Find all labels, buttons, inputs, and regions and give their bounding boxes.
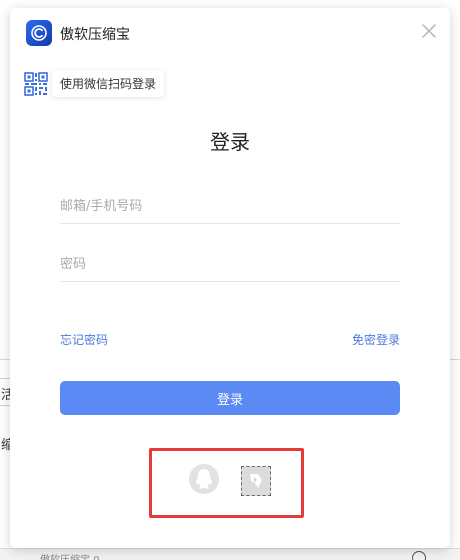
login-button[interactable]: 登录 bbox=[60, 381, 400, 415]
background-circle-icon bbox=[412, 551, 426, 560]
password-field bbox=[60, 248, 400, 282]
forgot-password-link[interactable]: 忘记密码 bbox=[60, 331, 108, 348]
close-icon bbox=[422, 24, 436, 38]
qq-login-button[interactable] bbox=[189, 464, 219, 494]
login-dialog: 傲软压缩宝 使用微信扫码登录 登录 邮箱/手机号码 忘记密码 免密登录 登录 bbox=[10, 8, 450, 548]
qq-icon bbox=[195, 469, 213, 489]
alternate-login-icon bbox=[250, 474, 262, 488]
social-login-highlight bbox=[149, 448, 304, 518]
qr-login-label: 使用微信扫码登录 bbox=[52, 70, 165, 97]
email-phone-input[interactable] bbox=[60, 190, 400, 223]
dialog-titlebar: 傲软压缩宝 bbox=[10, 8, 450, 58]
background-status-text: 傲软压缩宝 0 bbox=[40, 551, 100, 560]
app-title: 傲软压缩宝 bbox=[60, 27, 130, 43]
qr-code-icon bbox=[24, 71, 48, 96]
app-logo-icon bbox=[26, 20, 52, 46]
wechat-qr-login[interactable]: 使用微信扫码登录 bbox=[24, 70, 165, 97]
close-button[interactable] bbox=[420, 22, 438, 40]
email-phone-field bbox=[60, 190, 400, 224]
login-heading: 登录 bbox=[210, 130, 250, 154]
alternate-login-button[interactable] bbox=[241, 466, 271, 496]
password-input[interactable] bbox=[60, 248, 400, 281]
passwordless-login-link[interactable]: 免密登录 bbox=[352, 331, 400, 348]
